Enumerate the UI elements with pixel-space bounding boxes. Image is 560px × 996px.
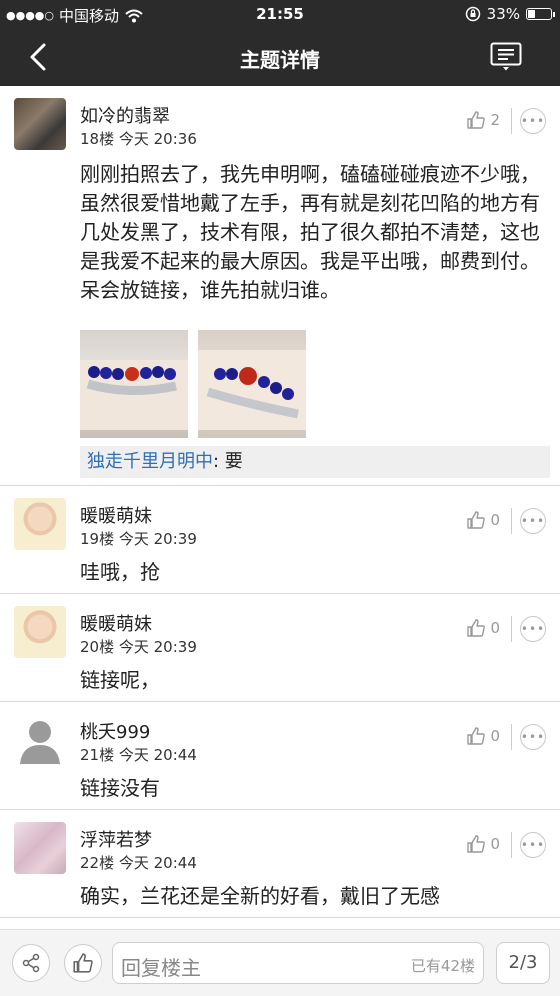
menu-list-icon[interactable] xyxy=(490,42,522,72)
more-options-button[interactable]: ••• xyxy=(520,508,546,534)
divider xyxy=(511,832,512,858)
bottom-action-bar: 回复楼主 已有42楼 2/3 xyxy=(0,929,560,996)
post-content: 确实，兰花还是全新的好看，戴旧了无感 xyxy=(80,884,440,908)
like-button[interactable]: 0 xyxy=(466,726,500,746)
quoted-reply: 独走千里月明中: 要 xyxy=(80,446,550,478)
avatar[interactable] xyxy=(14,98,66,150)
battery-icon xyxy=(526,8,555,20)
post-item: 暖暖萌妹 20楼 今天 20:39 0 ••• 链接呢， xyxy=(0,594,560,702)
avatar[interactable] xyxy=(14,714,66,766)
bracelet-image xyxy=(198,350,306,430)
default-avatar-icon xyxy=(20,721,60,764)
post-item: 暖暖萌妹 19楼 今天 20:39 0 ••• 哇哦，抢 xyxy=(0,486,560,594)
post-floor: 18楼 xyxy=(80,130,115,148)
post-meta: 19楼 今天 20:39 xyxy=(80,528,197,549)
post-time: 今天 20:39 xyxy=(118,530,197,548)
more-options-button[interactable]: ••• xyxy=(520,108,546,134)
avatar[interactable] xyxy=(14,606,66,658)
post-time: 今天 20:44 xyxy=(118,854,197,872)
post-floor: 20楼 xyxy=(80,638,115,656)
share-button[interactable] xyxy=(12,944,50,982)
like-button[interactable]: 0 xyxy=(466,834,500,854)
status-bar: ●●●●○ 中国移动 21:55 33% xyxy=(0,0,560,28)
like-count: 0 xyxy=(490,727,500,745)
page-indicator-button[interactable]: 2/3 xyxy=(496,942,550,984)
avatar[interactable] xyxy=(14,498,66,550)
reply-floor-count: 已有42楼 xyxy=(410,957,475,975)
thumbs-up-icon xyxy=(467,727,486,745)
post-author[interactable]: 暖暖萌妹 xyxy=(80,610,152,636)
reply-placeholder: 回复楼主 xyxy=(121,956,201,980)
post-author[interactable]: 如冷的翡翠 xyxy=(80,102,170,128)
divider xyxy=(511,108,512,134)
avatar[interactable] xyxy=(14,822,66,874)
share-icon xyxy=(22,953,40,973)
post-time: 今天 20:44 xyxy=(118,746,197,764)
post-time: 今天 20:36 xyxy=(118,130,197,148)
thumbs-up-icon xyxy=(467,111,486,129)
page-title: 主题详情 xyxy=(240,48,320,72)
nav-bar: 主题详情 xyxy=(0,28,560,86)
post-content: 链接没有 xyxy=(80,776,160,800)
like-thread-button[interactable] xyxy=(64,944,102,982)
post-author[interactable]: 暖暖萌妹 xyxy=(80,502,152,528)
post-meta: 18楼 今天 20:36 xyxy=(80,128,197,149)
post-meta: 22楼 今天 20:44 xyxy=(80,852,197,873)
thumbs-up-icon xyxy=(73,953,93,973)
post-meta: 20楼 今天 20:39 xyxy=(80,636,197,657)
post-time: 今天 20:39 xyxy=(118,638,197,656)
thumbs-up-icon xyxy=(467,619,486,637)
reply-feed: 如冷的翡翠 18楼 今天 20:36 2 ••• 刚刚拍照去了，我先申明啊，磕磕… xyxy=(0,86,560,918)
post-item: 浮萍若梦 22楼 今天 20:44 0 ••• 确实，兰花还是全新的好看，戴旧了… xyxy=(0,810,560,918)
like-count: 2 xyxy=(490,111,500,129)
divider xyxy=(511,508,512,534)
reply-input[interactable]: 回复楼主 已有42楼 xyxy=(112,942,484,984)
more-options-button[interactable]: ••• xyxy=(520,616,546,642)
post-floor: 21楼 xyxy=(80,746,115,764)
post-author[interactable]: 桃夭999 xyxy=(80,718,150,744)
post-floor: 22楼 xyxy=(80,854,115,872)
post-content: 链接呢， xyxy=(80,668,160,692)
post-item: 桃夭999 21楼 今天 20:44 0 ••• 链接没有 xyxy=(0,702,560,810)
like-count: 0 xyxy=(490,835,500,853)
post-content: 哇哦，抢 xyxy=(80,560,160,584)
battery-percent: 33% xyxy=(486,5,520,23)
post-photo[interactable] xyxy=(198,330,306,438)
post-item: 如冷的翡翠 18楼 今天 20:36 2 ••• 刚刚拍照去了，我先申明啊，磕磕… xyxy=(0,86,560,486)
thumbs-up-icon xyxy=(467,835,486,853)
like-button[interactable]: 2 xyxy=(466,110,500,130)
like-button[interactable]: 0 xyxy=(466,618,500,638)
post-floor: 19楼 xyxy=(80,530,115,548)
post-photo[interactable] xyxy=(80,330,188,438)
like-count: 0 xyxy=(490,511,500,529)
divider xyxy=(511,616,512,642)
like-count: 0 xyxy=(490,619,500,637)
post-meta: 21楼 今天 20:44 xyxy=(80,744,197,765)
post-content: 刚刚拍照去了，我先申明啊，磕磕碰碰痕迹不少哦，虽然很爱惜地戴了左手，再有就是刻花… xyxy=(80,162,540,302)
quoted-reply-text: : 要 xyxy=(213,451,243,472)
post-author[interactable]: 浮萍若梦 xyxy=(80,826,152,852)
divider xyxy=(511,724,512,750)
more-options-button[interactable]: ••• xyxy=(520,832,546,858)
quoted-reply-author[interactable]: 独走千里月明中 xyxy=(87,451,213,472)
more-options-button[interactable]: ••• xyxy=(520,724,546,750)
bracelet-image xyxy=(80,360,188,430)
orientation-lock-icon xyxy=(465,6,480,22)
thumbs-up-icon xyxy=(467,511,486,529)
like-button[interactable]: 0 xyxy=(466,510,500,530)
